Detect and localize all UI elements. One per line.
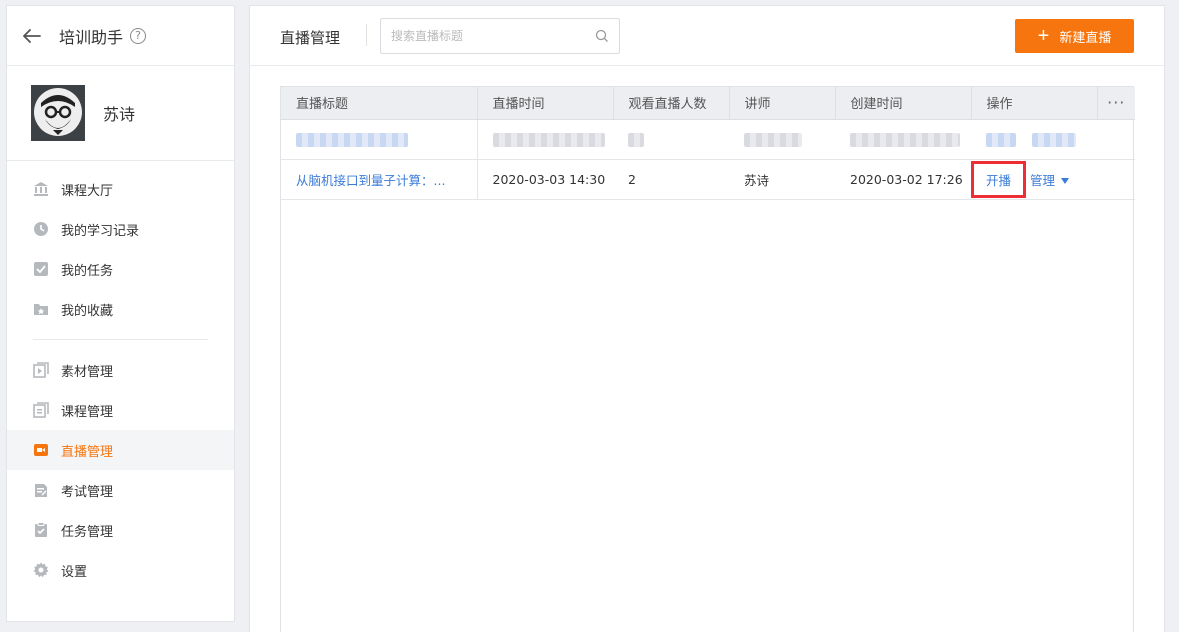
blurred-cell — [281, 119, 478, 160]
exam-icon — [33, 482, 49, 498]
column-header-actions: 操作 — [971, 87, 1098, 120]
live-camera-icon — [33, 442, 49, 458]
new-live-button[interactable]: + 新建直播 — [1015, 19, 1134, 53]
table-header-row: 直播标题 直播时间 观看直播人数 讲师 创建时间 操作 ··· — [281, 87, 1135, 120]
sidebar-item-label: 我的学习记录 — [61, 223, 140, 239]
blurred-cell — [835, 119, 971, 160]
column-header-lecturer: 讲师 — [729, 87, 836, 120]
caret-down-icon — [1061, 178, 1070, 184]
live-title[interactable]: 从脑机接口到量子计算：... — [296, 173, 445, 188]
start-live-button[interactable]: 开播 — [971, 160, 1027, 198]
table-row-blurred — [281, 119, 1135, 160]
column-header-viewers: 观看直播人数 — [613, 87, 730, 120]
blurred-cell — [477, 119, 613, 160]
column-header-created: 创建时间 — [835, 87, 972, 120]
star-folder-icon — [33, 301, 49, 317]
table-row: 从脑机接口到量子计算：... 2020-03-03 14:30 2 苏诗 202… — [281, 159, 1135, 200]
sidebar-header: 培训助手 ? — [7, 6, 234, 66]
gear-icon — [33, 562, 49, 578]
task-icon — [33, 522, 49, 538]
sidebar-item-my-tasks[interactable]: 我的任务 — [7, 249, 234, 289]
column-header-title: 直播标题 — [281, 87, 478, 120]
sidebar-item-live-manage[interactable]: 直播管理 — [7, 430, 234, 470]
sidebar-item-exam-manage[interactable]: 考试管理 — [7, 470, 234, 510]
main-panel: 直播管理 + 新建直播 直播标题 直播时间 观看直播人数 讲师 — [249, 5, 1165, 632]
header-divider — [366, 24, 367, 46]
viewer-count: 2 — [613, 159, 729, 200]
checkbox-icon — [33, 261, 49, 277]
search-box — [380, 18, 620, 54]
sidebar-item-label: 设置 — [61, 564, 88, 580]
more-icon: ··· — [1107, 93, 1126, 113]
sidebar-item-label: 任务管理 — [61, 524, 114, 540]
sidebar-item-course-hall[interactable]: 课程大厅 — [7, 169, 234, 209]
sidebar-item-materials[interactable]: 素材管理 — [7, 350, 234, 390]
clock-icon — [33, 221, 49, 237]
blurred-cell — [613, 119, 729, 160]
column-header-time: 直播时间 — [477, 87, 614, 120]
sidebar-item-label: 直播管理 — [61, 444, 114, 460]
manage-dropdown[interactable]: 管理 — [1030, 172, 1070, 188]
sidebar-item-course-manage[interactable]: 课程管理 — [7, 390, 234, 430]
sidebar: 培训助手 ? 苏诗 课程大厅 我的学习记录 我的任务 我的收藏 素材管理 课程管… — [6, 5, 235, 622]
live-time: 2020-03-03 14:30 — [477, 159, 613, 200]
sidebar-item-label: 课程管理 — [61, 404, 114, 420]
sidebar-menu: 课程大厅 我的学习记录 我的任务 我的收藏 素材管理 课程管理 直播管理 考试管… — [7, 161, 234, 590]
avatar — [31, 85, 85, 141]
sidebar-item-settings[interactable]: 设置 — [7, 550, 234, 590]
help-icon[interactable]: ? — [130, 27, 147, 44]
lecturer-name: 苏诗 — [729, 159, 835, 200]
new-live-label: 新建直播 — [1059, 29, 1112, 45]
sidebar-item-label: 课程大厅 — [61, 183, 114, 199]
bank-icon — [33, 181, 49, 197]
user-name: 苏诗 — [103, 105, 136, 124]
live-table: 直播标题 直播时间 观看直播人数 讲师 创建时间 操作 ··· 从脑机接口到量子… — [280, 86, 1135, 632]
menu-divider — [33, 339, 208, 340]
page-title: 直播管理 — [280, 29, 341, 47]
sidebar-item-label: 考试管理 — [61, 484, 114, 500]
back-arrow-icon[interactable] — [23, 27, 41, 45]
plus-icon: + — [1037, 25, 1050, 47]
sidebar-item-label: 我的收藏 — [61, 303, 114, 319]
blurred-cell — [971, 119, 1097, 160]
sidebar-item-label: 我的任务 — [61, 263, 114, 279]
app-title: 培训助手 — [59, 27, 124, 47]
sidebar-item-learning-record[interactable]: 我的学习记录 — [7, 209, 234, 249]
sidebar-item-label: 素材管理 — [61, 364, 114, 380]
main-header: 直播管理 + 新建直播 — [250, 6, 1164, 66]
user-profile: 苏诗 — [7, 66, 234, 161]
created-time: 2020-03-02 17:26 — [835, 159, 971, 200]
course-icon — [33, 402, 49, 418]
more-columns-button[interactable]: ··· — [1097, 87, 1135, 120]
media-icon — [33, 362, 49, 378]
live-table-grid: 直播标题 直播时间 观看直播人数 讲师 创建时间 操作 ··· 从脑机接口到量子… — [281, 87, 1135, 200]
live-title-link[interactable]: 从脑机接口到量子计算：... — [281, 159, 478, 200]
row-actions: 开播 管理 — [971, 159, 1097, 200]
sidebar-item-task-manage[interactable]: 任务管理 — [7, 510, 234, 550]
blurred-cell — [729, 119, 835, 160]
search-icon[interactable] — [595, 29, 609, 43]
search-input[interactable] — [381, 19, 581, 53]
manage-label: 管理 — [1030, 172, 1056, 188]
sidebar-item-favorites[interactable]: 我的收藏 — [7, 289, 234, 329]
